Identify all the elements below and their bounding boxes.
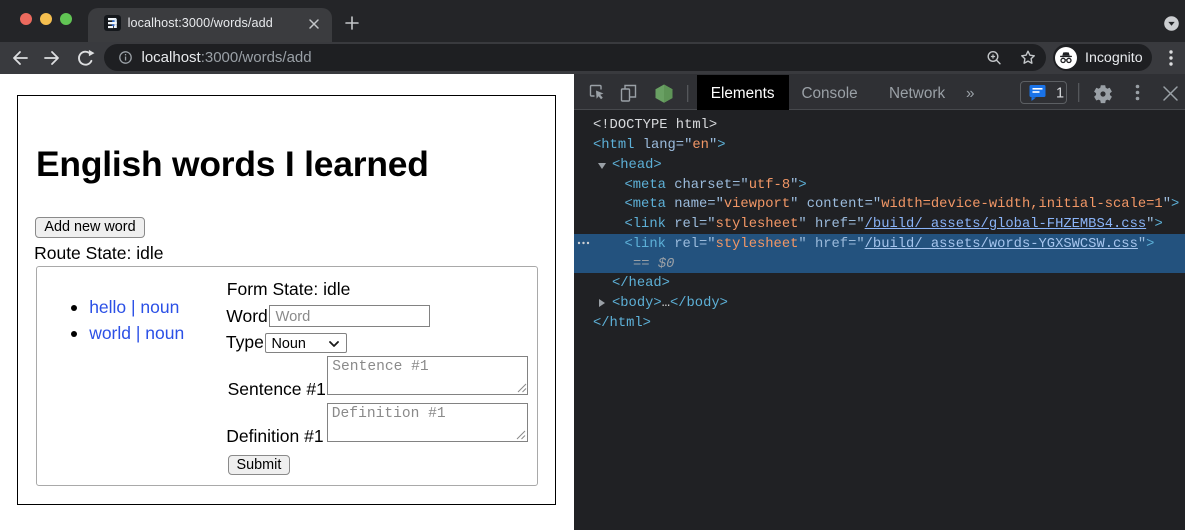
svg-text:1: 1 <box>1056 86 1064 102</box>
